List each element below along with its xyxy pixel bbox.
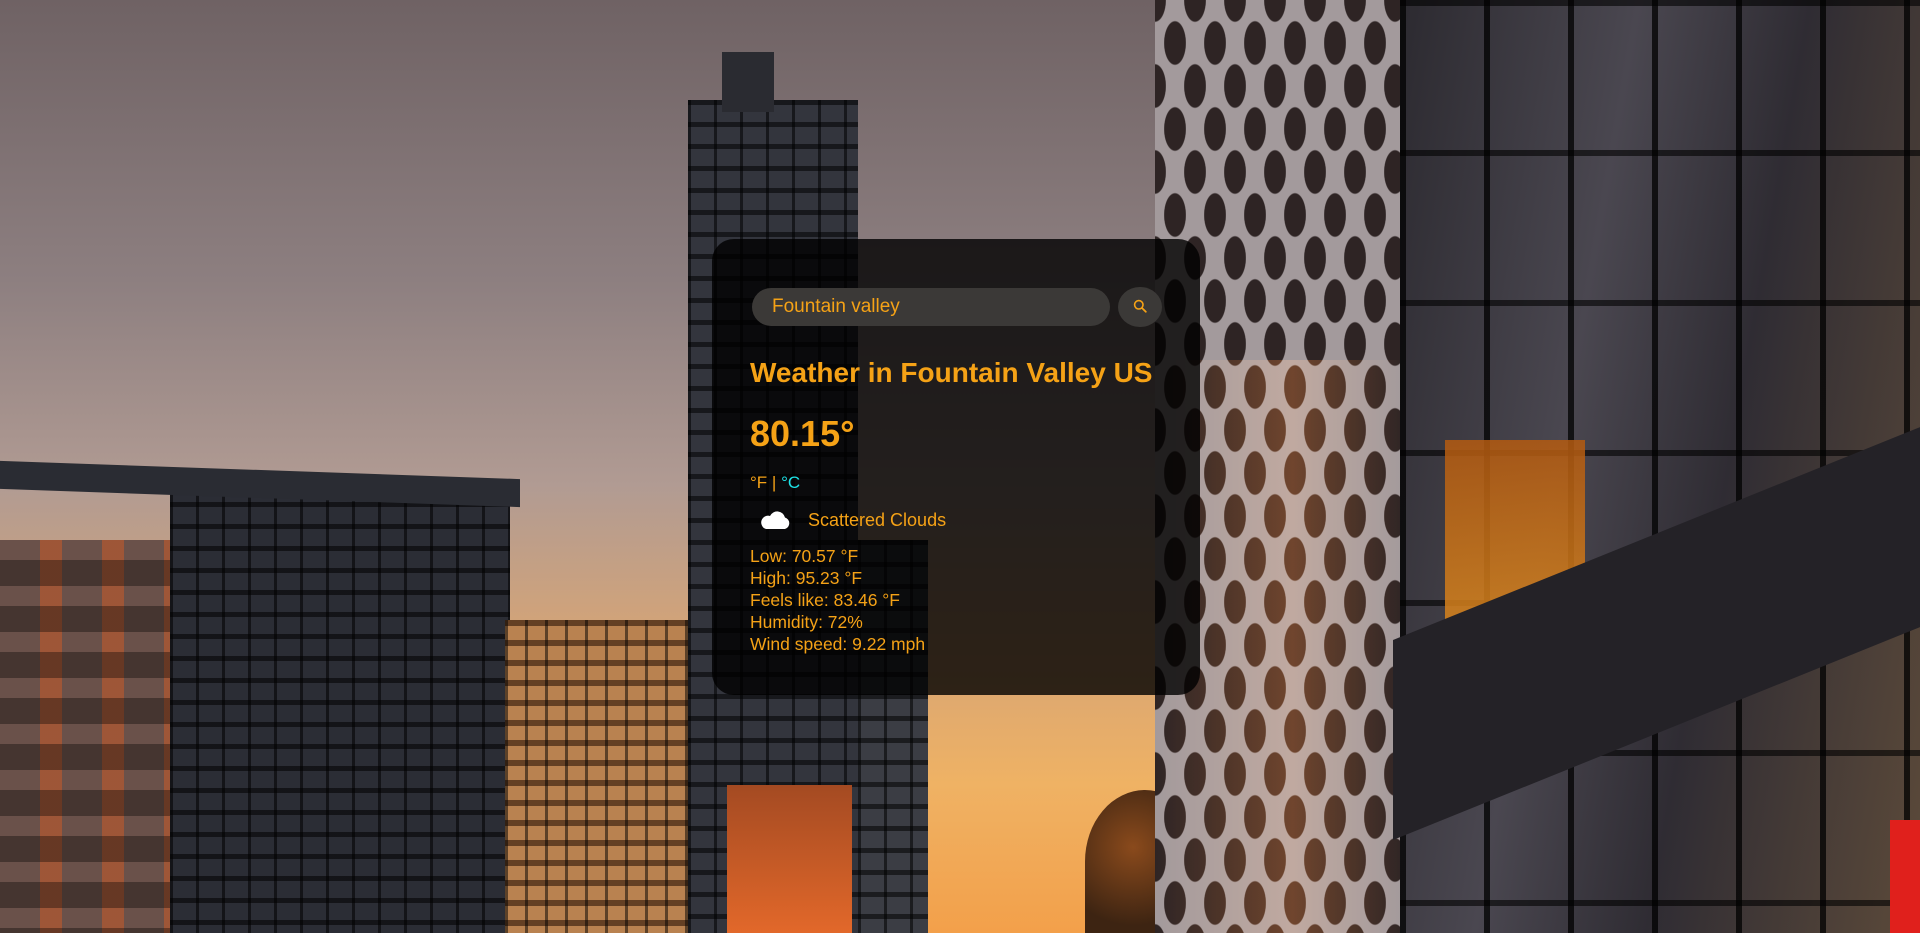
search-input[interactable] bbox=[752, 288, 1111, 326]
feels-like: Feels like: 83.46 °F bbox=[750, 590, 900, 610]
fahrenheit-toggle[interactable]: °F bbox=[750, 473, 767, 492]
unit-toggle: °F | °C bbox=[750, 473, 1162, 493]
weather-card: Weather in Fountain Valley US 80.15° °F … bbox=[712, 239, 1200, 695]
weather-description: Scattered Clouds bbox=[750, 505, 1162, 535]
search-bar bbox=[752, 287, 1162, 327]
search-button[interactable] bbox=[1118, 287, 1162, 327]
temperature-value: 80.15° bbox=[750, 413, 855, 454]
celsius-toggle[interactable]: °C bbox=[781, 473, 800, 492]
cloud-icon bbox=[750, 505, 800, 535]
search-icon bbox=[1133, 299, 1147, 316]
wind-speed: Wind speed: 9.22 mph bbox=[750, 634, 926, 654]
city-heading: Weather in Fountain Valley US bbox=[750, 357, 1153, 388]
high-temp: High: 95.23 °F bbox=[750, 568, 863, 588]
unit-separator: | bbox=[767, 473, 782, 492]
low-temp: Low: 70.57 °F bbox=[750, 546, 859, 566]
weather-stats: Low: 70.57 °F High: 95.23 °F Feels like:… bbox=[750, 545, 1162, 655]
description-text: Scattered Clouds bbox=[808, 509, 947, 530]
humidity: Humidity: 72% bbox=[750, 612, 863, 632]
